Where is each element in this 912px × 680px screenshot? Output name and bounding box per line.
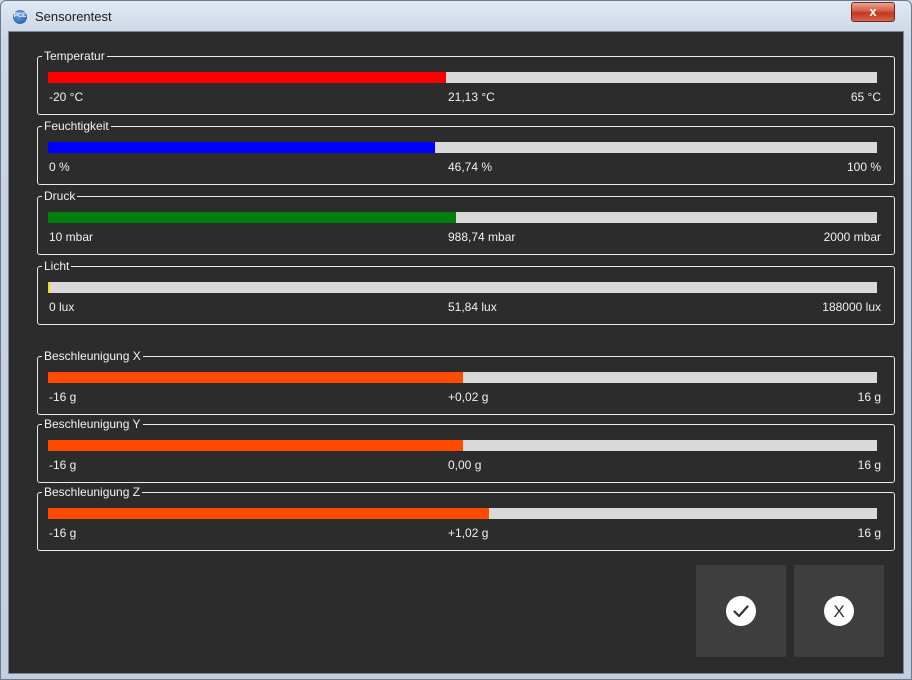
group-frame: [37, 266, 895, 325]
sensor-group-acceleration-y: Beschleunigung Y -16 g 0,00 g 16 g: [37, 417, 895, 483]
sensor-label: Beschleunigung X: [42, 349, 143, 363]
group-frame: [37, 356, 895, 415]
range-min-label: 10 mbar: [49, 230, 94, 244]
group-frame: [37, 424, 895, 483]
range-min-label: -16 g: [49, 458, 77, 472]
progress-fill: [48, 440, 463, 451]
cancel-icon: X: [824, 596, 854, 626]
current-value-label: 988,74 mbar: [448, 230, 516, 244]
cancel-label: X: [833, 602, 845, 621]
cancel-button[interactable]: X: [794, 565, 884, 657]
range-max-label: 16 g: [857, 458, 881, 472]
progress-fill: [48, 72, 446, 83]
sensor-group-acceleration-x: Beschleunigung X -16 g +0,02 g 16 g: [37, 349, 895, 415]
logo-text: PCE: [13, 13, 27, 19]
close-icon: x: [869, 4, 877, 19]
progress-bar: [48, 72, 877, 83]
sensor-label: Beschleunigung Y: [42, 417, 143, 431]
range-max-label: 16 g: [857, 390, 881, 404]
progress-bar: [48, 212, 877, 223]
sensor-label: Temperatur: [42, 49, 107, 63]
sensor-label: Druck: [42, 189, 78, 203]
ok-button[interactable]: [696, 565, 786, 657]
sensor-label: Feuchtigkeit: [42, 119, 111, 133]
group-frame: [37, 56, 895, 115]
range-max-label: 16 g: [857, 526, 881, 540]
checkmark-icon: [726, 596, 756, 626]
group-frame: [37, 126, 895, 185]
current-value-label: +1,02 g: [448, 526, 489, 540]
current-value-label: 46,74 %: [448, 160, 493, 174]
dialog-content: Temperatur -20 °C 21,13 °C 65 °C Feuchti…: [8, 31, 904, 674]
sensor-group-pressure: Druck 10 mbar 988,74 mbar 2000 mbar: [37, 189, 895, 255]
progress-fill: [48, 142, 436, 153]
range-max-label: 100 %: [846, 160, 881, 174]
current-value-label: 0,00 g: [448, 458, 482, 472]
current-value-label: 51,84 lux: [448, 300, 497, 314]
range-min-label: -16 g: [49, 390, 77, 404]
group-frame: [37, 492, 895, 551]
progress-bar: [48, 372, 877, 383]
window-title: Sensorentest: [35, 9, 112, 24]
progress-fill: [48, 372, 463, 383]
current-value-label: 21,13 °C: [448, 90, 495, 104]
sensor-group-humidity: Feuchtigkeit 0 % 46,74 % 100 %: [37, 119, 895, 185]
range-max-label: 2000 mbar: [823, 230, 881, 244]
progress-fill: [48, 508, 489, 519]
range-max-label: 65 °C: [850, 90, 881, 104]
progress-bar: [48, 282, 877, 293]
app-logo-icon: PCE: [13, 10, 27, 24]
sensor-test-window: PCE Sensorentest x Temperatur -20 °C 21,…: [0, 0, 912, 680]
title-bar[interactable]: PCE Sensorentest x: [1, 1, 911, 31]
range-min-label: 0 lux: [49, 300, 75, 314]
sensor-group-temperature: Temperatur -20 °C 21,13 °C 65 °C: [37, 49, 895, 115]
current-value-label: +0,02 g: [448, 390, 489, 404]
group-frame: [37, 196, 895, 255]
sensor-label: Beschleunigung Z: [42, 485, 143, 499]
sensor-group-acceleration-z: Beschleunigung Z -16 g +1,02 g 16 g: [37, 485, 895, 551]
close-button[interactable]: x: [851, 2, 895, 22]
progress-bar: [48, 440, 877, 451]
progress-bar: [48, 508, 877, 519]
sensor-label: Licht: [42, 259, 72, 273]
range-min-label: -16 g: [49, 526, 77, 540]
progress-fill: [48, 212, 456, 223]
range-min-label: 0 %: [49, 160, 70, 174]
progress-fill: [48, 282, 51, 293]
range-max-label: 188000 lux: [822, 300, 881, 314]
progress-bar: [48, 142, 877, 153]
range-min-label: -20 °C: [49, 90, 84, 104]
sensor-group-light: Licht 0 lux 51,84 lux 188000 lux: [37, 259, 895, 325]
